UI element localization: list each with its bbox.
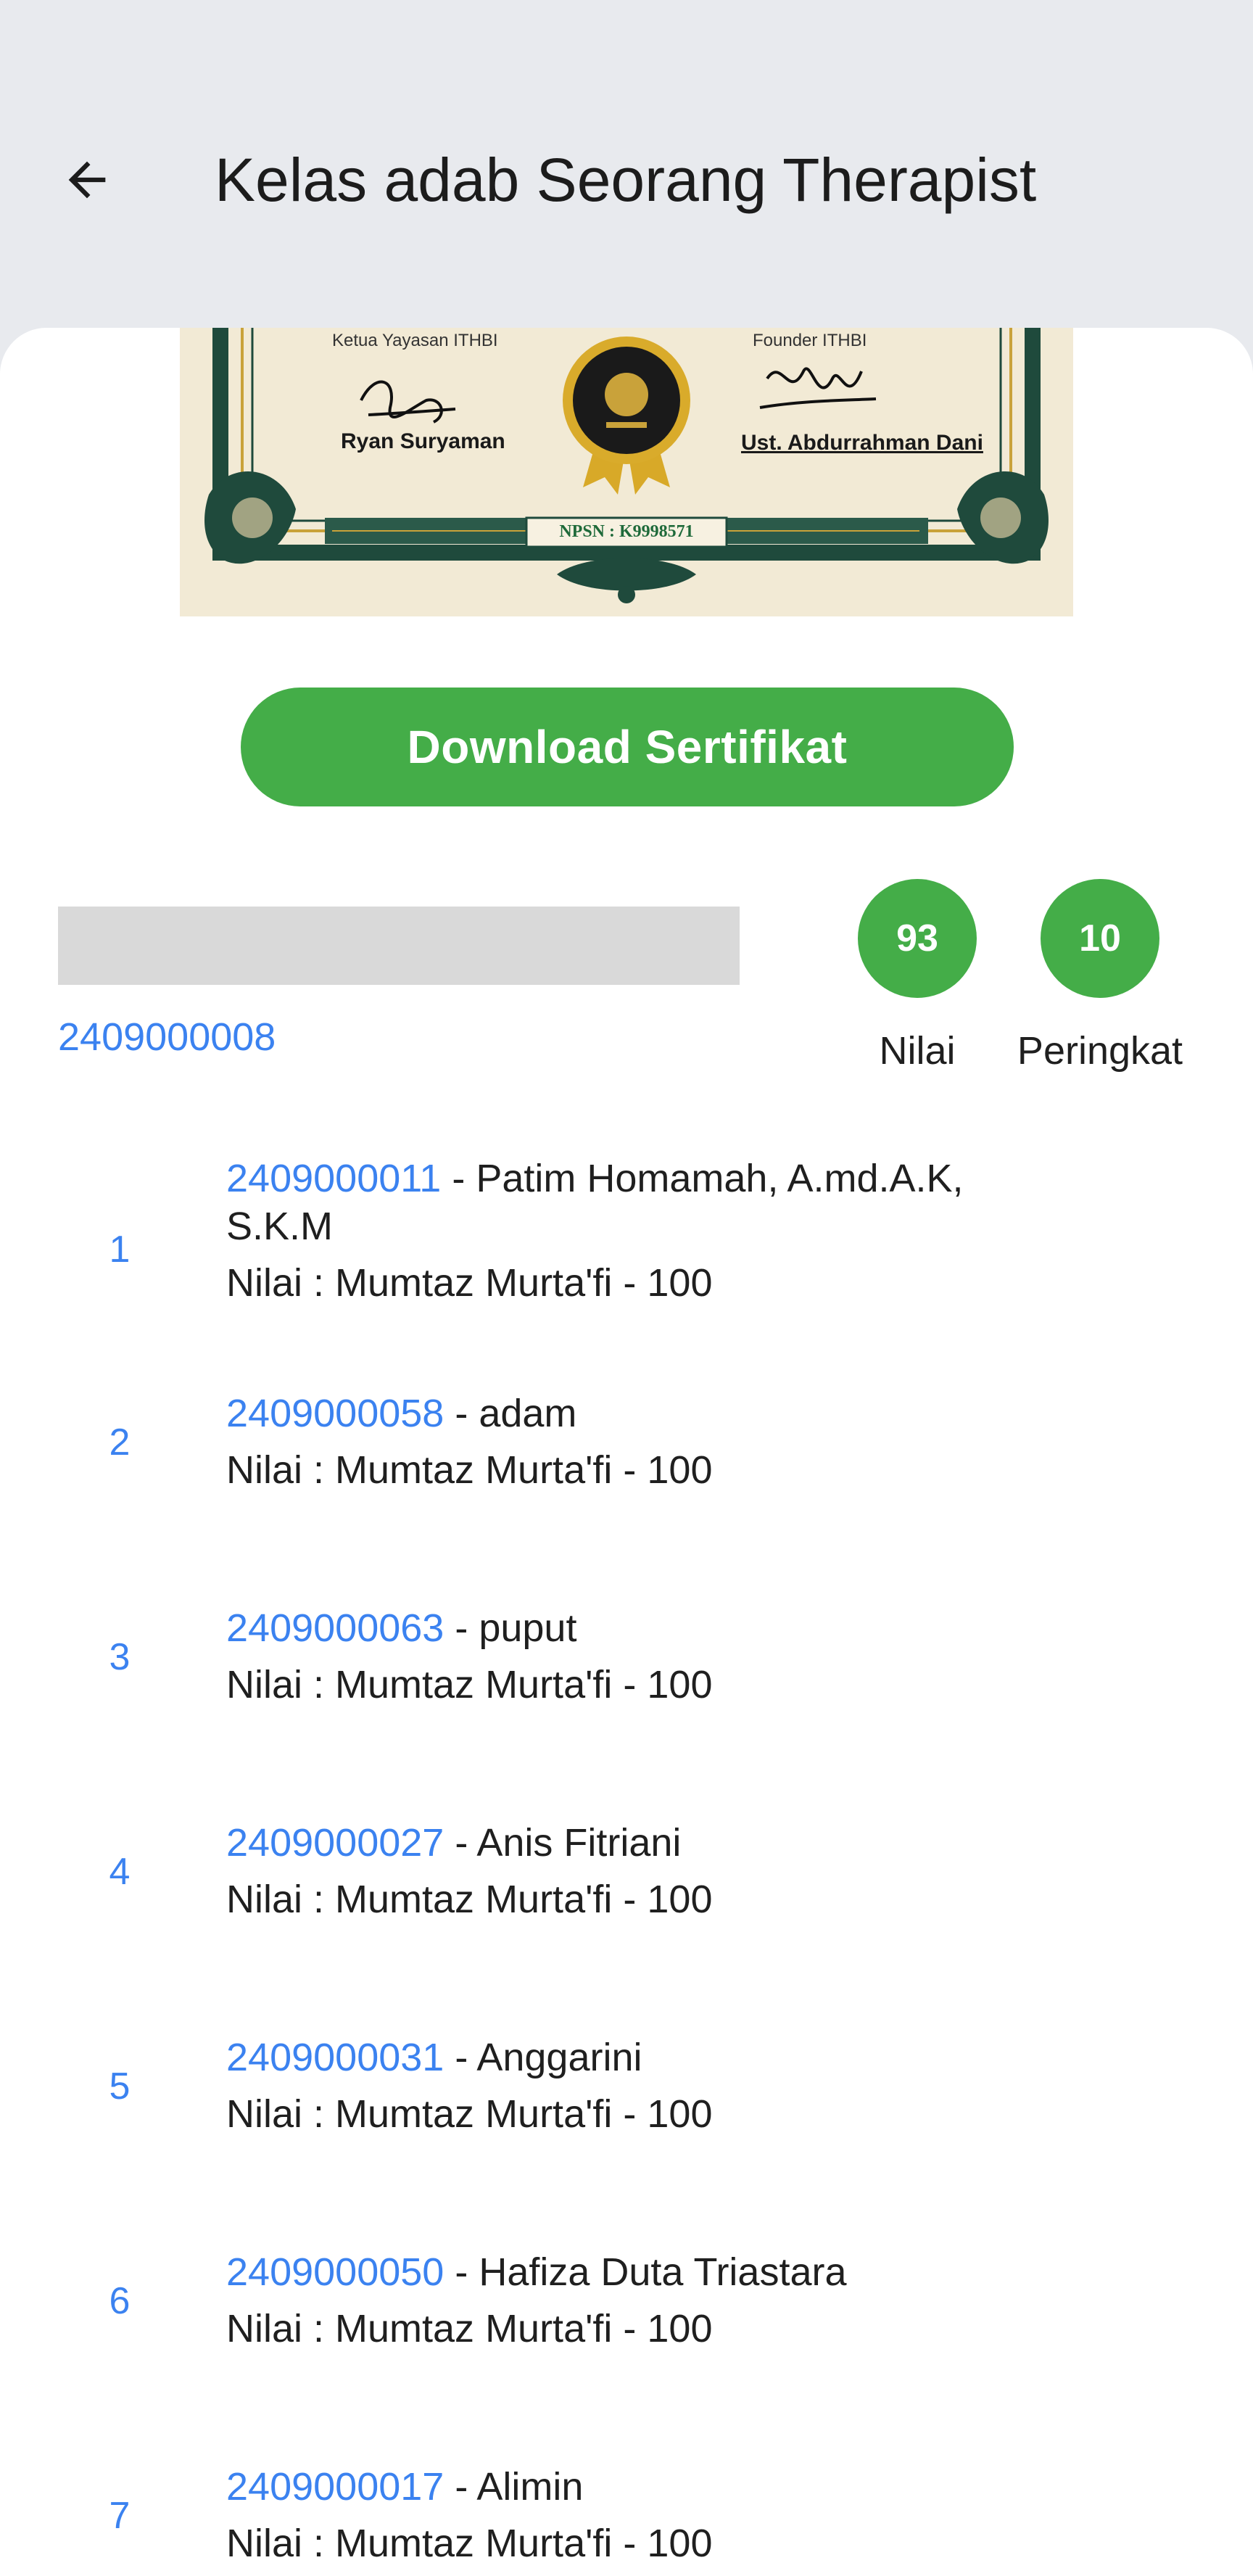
participant-score: Nilai : Mumtaz Murta'fi - 100 [226,1663,713,1706]
user-id[interactable]: 2409000008 [58,1008,276,1066]
participant-id[interactable]: 2409000031 [226,2036,444,2079]
rank-details: 2409000011 - Patim Homamah, A.md.A.K, S.… [226,1155,1169,1307]
rank-label: Peringkat [1017,1029,1183,1073]
participant-name: - Patim Homamah, A.md.A.K, [441,1157,964,1200]
participant-name: - puput [444,1606,577,1650]
participant-id[interactable]: 2409000017 [226,2465,444,2509]
app-bar: Kelas adab Seorang Therapist [0,0,1253,328]
cert-npsn: NPSN : K9998571 [559,522,694,541]
rank-number: 4 [109,1851,131,1893]
participant-name: - Alimin [444,2465,584,2509]
rank-details: 2409000063 - puput Nilai : Mumtaz Murta'… [226,1604,1169,1709]
participant-name: - Hafiza Duta Triastara [444,2250,847,2294]
cert-left-name: Ryan Suryaman [341,429,505,453]
score-label: Nilai [879,1029,956,1073]
rank-number: 3 [109,1636,131,1678]
participant-id[interactable]: 2409000027 [226,1821,444,1865]
score-stat: 93 Nilai [827,879,1008,1076]
rank-details: 2409000027 - Anis Fitriani Nilai : Mumta… [226,1819,1169,1923]
arrow-left-icon [68,161,106,199]
participant-id[interactable]: 2409000058 [226,1392,444,1435]
cert-right-name: Ust. Abdurrahman Dani [741,431,983,455]
participant-score: Nilai : Mumtaz Murta'fi - 100 [226,1261,713,1305]
rank-number: 7 [109,2495,131,2537]
participant-id[interactable]: 2409000050 [226,2250,444,2294]
rank-details: 2409000050 - Hafiza Duta Triastara Nilai… [226,2248,1169,2353]
rank-stat: 10 Peringkat [1009,879,1191,1076]
participant-name-cont: S.K.M [226,1205,334,1248]
certificate-preview[interactable]: Ketua Yayasan ITHBI Ryan Suryaman Founde… [180,328,1073,616]
rank-number: 2 [109,1421,131,1464]
participant-score: Nilai : Mumtaz Murta'fi - 100 [226,2307,713,2350]
participant-id[interactable]: 2409000011 [226,1157,441,1200]
rank-details: 2409000031 - Anggarini Nilai : Mumtaz Mu… [226,2034,1169,2138]
participant-score: Nilai : Mumtaz Murta'fi - 100 [226,2522,713,2565]
participant-score: Nilai : Mumtaz Murta'fi - 100 [226,1448,713,1492]
cert-left-role: Ketua Yayasan ITHBI [332,331,498,350]
participant-score: Nilai : Mumtaz Murta'fi - 100 [226,2092,713,2136]
participant-name: - Anis Fitriani [444,1821,682,1865]
user-name-placeholder [58,907,740,985]
content-sheet: Ketua Yayasan ITHBI Ryan Suryaman Founde… [0,328,1253,2576]
rank-number: 1 [109,1229,131,1271]
participant-name: - Anggarini [444,2036,642,2079]
participant-id[interactable]: 2409000063 [226,1606,444,1650]
participant-name: - adam [444,1392,577,1435]
cert-right-role: Founder ITHBI [753,331,867,350]
back-button[interactable] [52,145,122,215]
download-certificate-button[interactable]: Download Sertifikat [241,688,1014,806]
rank-details: 2409000017 - Alimin Nilai : Mumtaz Murta… [226,2463,1169,2567]
score-badge: 93 [858,879,977,998]
certificate-image [180,328,1073,616]
page-title: Kelas adab Seorang Therapist [215,146,1037,214]
rank-badge: 10 [1041,879,1159,998]
participant-score: Nilai : Mumtaz Murta'fi - 100 [226,1878,713,1921]
rank-number: 5 [109,2065,131,2108]
rank-details: 2409000058 - adam Nilai : Mumtaz Murta'f… [226,1390,1169,1494]
rank-number: 6 [109,2280,131,2322]
